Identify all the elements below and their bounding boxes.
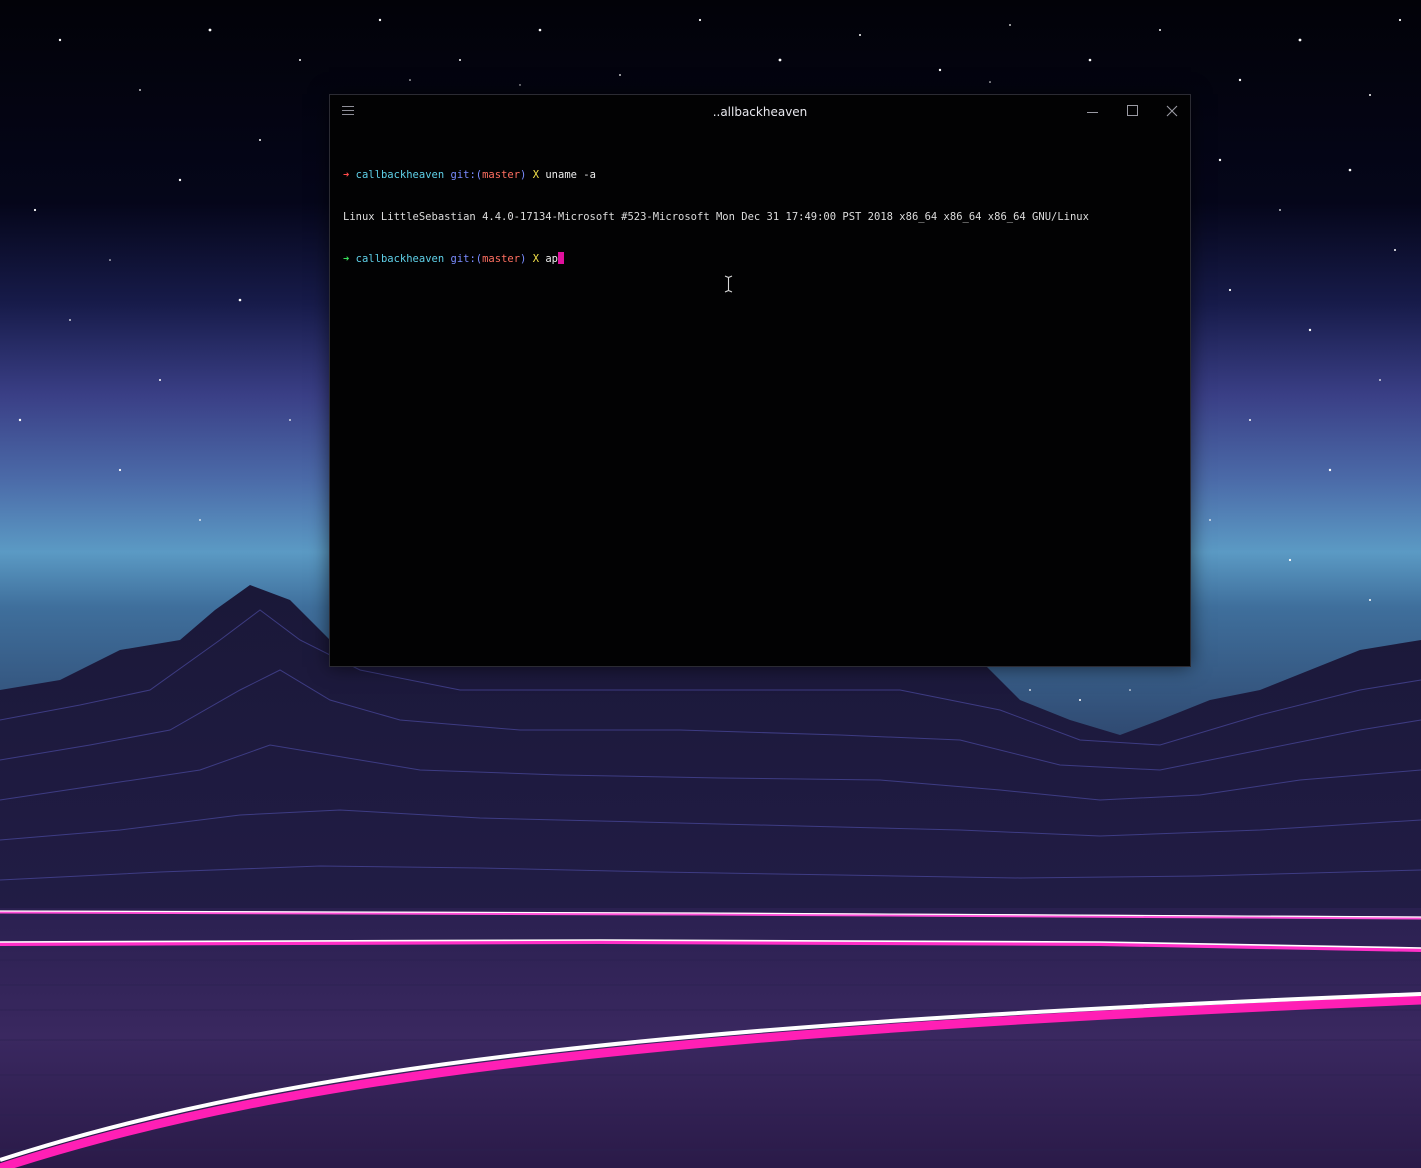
title-bar[interactable]: ..allbackheaven [330,95,1190,129]
terminal-prompt-line: ➜ callbackheaven git:(master) X uname -a [343,168,1180,182]
window-title: ..allbackheaven [712,105,808,119]
text-ibeam-icon [724,275,733,293]
prompt-command: uname -a [545,169,596,181]
prompt-directory: callbackheaven [355,169,445,181]
prompt-git-label: git:( [450,169,483,181]
maximize-icon[interactable] [1118,101,1148,123]
prompt-dirty-marker: X [532,169,540,181]
close-icon[interactable] [1157,101,1187,123]
terminal-output[interactable]: ➜ callbackheaven git:(master) X uname -a… [343,140,1180,656]
prompt-git-close: ) [520,253,527,265]
terminal-input-line[interactable]: ➜ callbackheaven git:(master) X ap [343,252,1180,266]
terminal-window[interactable]: ..allbackheaven ➜ callbackheaven git:(ma… [329,94,1191,667]
prompt-git-label: git:( [450,253,483,265]
text-cursor [558,252,565,264]
command-input[interactable]: ap [545,253,558,265]
prompt-arrow-icon: ➜ [343,169,350,181]
terminal-output-line: Linux LittleSebastian 4.4.0-17134-Micros… [343,211,1089,223]
prompt-directory: callbackheaven [355,253,445,265]
prompt-git-close: ) [520,169,527,181]
minimize-icon[interactable] [1078,101,1108,123]
prompt-dirty-marker: X [532,253,540,265]
prompt-git-branch: master [482,169,521,181]
prompt-git-branch: master [482,253,521,265]
prompt-arrow-icon: ➜ [343,253,350,265]
